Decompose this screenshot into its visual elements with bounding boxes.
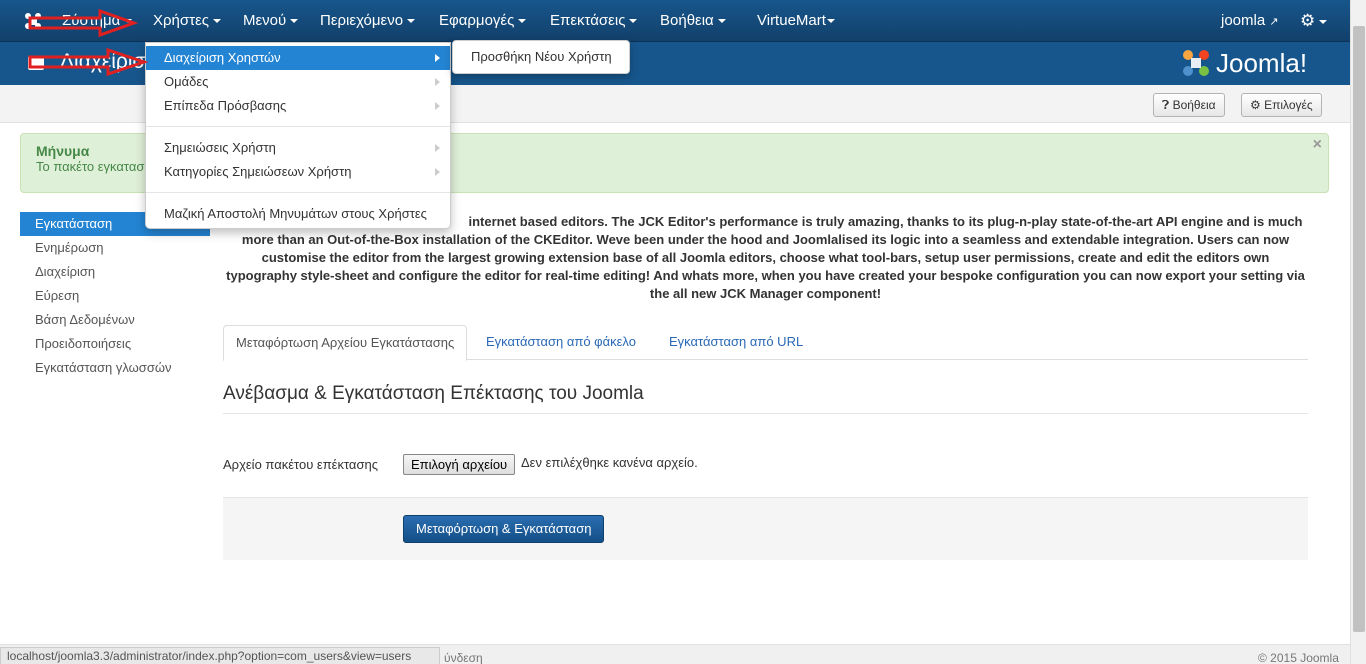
question-icon: ❓︎ <box>1162 98 1170 112</box>
sidebar-item-warnings[interactable]: Προειδοποιήσεις <box>20 332 210 356</box>
description-line: typography style-sheet and configure the… <box>226 268 1305 283</box>
menu-item-note-categories[interactable]: Κατηγορίες Σημειώσεων Χρήστη <box>146 160 450 184</box>
copyright: © 2015 Joomla <box>1258 651 1339 664</box>
external-link-icon: ↗ <box>1269 16 1279 28</box>
sidebar-item-languages[interactable]: Εγκατάσταση γλωσσών <box>20 356 210 380</box>
options-button[interactable]: ⚙ Επιλογές <box>1241 93 1322 117</box>
footer-text: ύνδεση <box>444 651 483 664</box>
menu-virtuemart-label: VirtueMart <box>757 12 826 29</box>
menu-item-user-notes[interactable]: Σημειώσεις Χρήστη <box>146 136 450 160</box>
caret-icon <box>629 19 638 24</box>
caret-icon <box>407 19 416 24</box>
caret-icon <box>290 19 299 24</box>
no-file-text: Δεν επιλέχθηκε κανένα αρχείο. <box>521 455 698 470</box>
caret-icon <box>1319 20 1328 25</box>
user-name: joomla <box>1221 12 1266 29</box>
vertical-scrollbar[interactable] <box>1350 0 1366 664</box>
caret-icon <box>717 19 726 24</box>
tab-install-folder[interactable]: Εγκατάσταση από φάκελο <box>474 325 648 360</box>
chevron-right-icon <box>435 102 440 110</box>
user-manager-submenu: Προσθήκη Νέου Χρήστη <box>452 40 630 74</box>
menu-extensions-label: Επεκτάσεις <box>550 12 626 29</box>
sidebar-item-discover[interactable]: Εύρεση <box>20 284 210 308</box>
package-file-label: Αρχείο πακέτου επέκτασης <box>223 457 378 472</box>
menu-item-add-new-user[interactable]: Προσθήκη Νέου Χρήστη <box>453 45 629 69</box>
menu-item-label: Ομάδες <box>164 74 209 89</box>
description-line: the all new JCK Manager component! <box>649 286 882 301</box>
users-dropdown-menu: Διαχείριση Χρηστών Ομάδες Επίπεδα Πρόσβα… <box>145 42 451 229</box>
upload-install-button[interactable]: Μεταφόρτωση & Εγκατάσταση <box>403 515 605 543</box>
menu-virtuemart[interactable]: VirtueMart <box>757 0 835 42</box>
menu-item-access-levels[interactable]: Επίπεδα Πρόσβασης <box>146 94 450 118</box>
help-button[interactable]: ❓︎ Βοήθεια <box>1153 93 1225 117</box>
status-bar: localhost/joomla3.3/administrator/index.… <box>0 644 1350 664</box>
tab-upload-package[interactable]: Μεταφόρτωση Αρχείου Εγκατάστασης <box>223 325 468 361</box>
joomla-brand: Joomla! <box>1180 46 1307 80</box>
menu-content-label: Περιεχόμενο <box>320 12 404 29</box>
help-button-label: Βοήθεια <box>1172 98 1216 112</box>
menu-menus-label: Μενού <box>243 12 287 29</box>
caret-icon <box>518 19 527 24</box>
settings-menu[interactable]: ⚙ <box>1300 0 1328 42</box>
status-url: localhost/joomla3.3/administrator/index.… <box>0 647 440 664</box>
menu-help-label: Βοήθεια <box>660 12 714 29</box>
menu-divider <box>146 192 450 193</box>
menu-extensions[interactable]: Επεκτάσεις <box>550 0 638 42</box>
menu-components[interactable]: Εφαρμογές <box>439 0 527 42</box>
install-tabs: Μεταφόρτωση Αρχείου Εγκατάστασης Εγκατάσ… <box>223 325 1308 361</box>
upload-heading: Ανέβασμα & Εγκατάσταση Επέκτασης του Joo… <box>223 383 644 404</box>
menu-item-label: Μαζική Αποστολή Μηνυμάτων στους Χρήστες <box>164 206 427 221</box>
chevron-right-icon <box>435 168 440 176</box>
sidebar-item-database[interactable]: Βάση Δεδομένων <box>20 308 210 332</box>
menu-item-label: Κατηγορίες Σημειώσεων Χρήστη <box>164 164 352 179</box>
caret-icon <box>826 19 835 24</box>
annotation-arrow-icon <box>28 8 138 38</box>
menu-item-groups[interactable]: Ομάδες <box>146 70 450 94</box>
tab-install-url[interactable]: Εγκατάσταση από URL <box>657 325 815 360</box>
description-line: more than an Out-of-the-Box installation… <box>241 232 1290 247</box>
menu-menus[interactable]: Μενού <box>243 0 299 42</box>
alert-message: Το πακέτο εγκατασ <box>36 159 145 174</box>
close-icon[interactable]: × <box>1313 136 1322 154</box>
options-button-label: Επιλογές <box>1264 98 1313 112</box>
description-line: customise the editor from the largest gr… <box>261 250 1270 265</box>
user-link[interactable]: joomla ↗ <box>1221 0 1279 42</box>
sidebar: Εγκατάσταση Ενημέρωση Διαχείριση Εύρεση … <box>20 212 210 380</box>
gear-icon: ⚙ <box>1250 98 1261 112</box>
menu-content[interactable]: Περιεχόμενο <box>320 0 416 42</box>
chevron-right-icon <box>435 78 440 86</box>
top-navbar: Σύστημα Χρήστες Μενού Περιεχόμενο Εφαρμο… <box>0 0 1350 42</box>
divider <box>223 413 1308 414</box>
menu-users-label: Χρήστες <box>153 12 209 29</box>
gear-icon: ⚙ <box>1300 11 1316 30</box>
caret-icon <box>212 19 221 24</box>
menu-divider <box>146 126 450 127</box>
sidebar-item-update[interactable]: Ενημέρωση <box>20 236 210 260</box>
chevron-right-icon <box>435 54 440 62</box>
alert-heading: Μήνυμα <box>36 143 90 159</box>
menu-item-label: Σημειώσεις Χρήστη <box>164 140 276 155</box>
menu-item-user-manager[interactable]: Διαχείριση Χρηστών <box>146 46 450 70</box>
menu-item-label: Διαχείριση Χρηστών <box>164 50 281 65</box>
menu-users[interactable]: Χρήστες <box>153 0 221 42</box>
sidebar-item-manage[interactable]: Διαχείριση <box>20 260 210 284</box>
brand-text: Joomla! <box>1216 47 1308 78</box>
menu-item-label: Επίπεδα Πρόσβασης <box>164 98 287 113</box>
menu-help[interactable]: Βοήθεια <box>660 0 726 42</box>
chevron-right-icon <box>435 144 440 152</box>
annotation-arrow-icon <box>28 47 148 77</box>
form-actions: Μεταφόρτωση & Εγκατάσταση <box>223 497 1308 560</box>
choose-file-button[interactable]: Επιλογή αρχείου <box>403 454 516 475</box>
menu-item-mass-mail[interactable]: Μαζική Αποστολή Μηνυμάτων στους Χρήστες <box>146 202 450 226</box>
scrollbar-thumb[interactable] <box>1353 26 1365 632</box>
joomla-brand-icon <box>1183 50 1209 76</box>
menu-components-label: Εφαρμογές <box>439 12 515 29</box>
